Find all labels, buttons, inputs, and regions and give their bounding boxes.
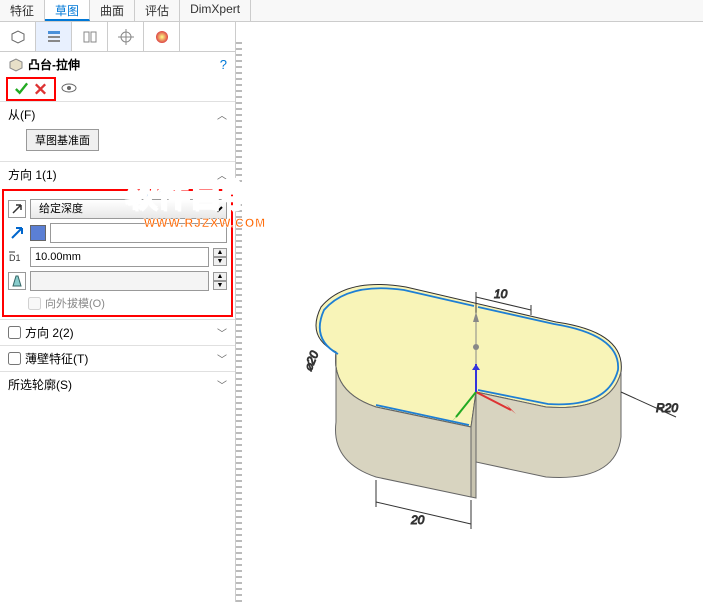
direction1-label: 方向 1(1) — [8, 166, 57, 183]
depth-spinner: ▲ ▼ — [213, 248, 227, 266]
spinner-up[interactable]: ▲ — [213, 272, 227, 281]
tab-dimxpert[interactable]: DimXpert — [180, 0, 251, 21]
viewport[interactable]: 10 20 R20 ⌀20 — [236, 22, 703, 602]
chevron-down-icon: ﹀ — [217, 351, 227, 366]
section-direction2: 方向 2(2) ﹀ — [0, 319, 235, 345]
panel-tabs — [0, 22, 235, 52]
tab-surface[interactable]: 曲面 — [90, 0, 135, 21]
panel-tab-config[interactable] — [72, 22, 108, 51]
section-thin: 薄壁特征(T) ﹀ — [0, 345, 235, 371]
direction-arrow-icon[interactable] — [8, 224, 26, 242]
draft-outward-label: 向外拔模(O) — [45, 295, 105, 311]
depth-icon: D1 — [8, 248, 26, 266]
direction-color-swatch[interactable] — [30, 225, 46, 241]
extrude-icon — [8, 57, 24, 73]
dim-20: 20 — [410, 513, 425, 527]
direction2-label: 方向 2(2) — [25, 324, 74, 341]
sketch-plane-dropdown[interactable]: 草图基准面 — [26, 129, 99, 151]
thin-label: 薄壁特征(T) — [25, 350, 88, 367]
direction-vector-input[interactable] — [50, 223, 227, 243]
section-direction1-header[interactable]: 方向 1(1) ︿ — [0, 162, 235, 187]
section-from-header[interactable]: 从(F) ︿ — [8, 106, 227, 123]
viewport-ruler — [236, 40, 242, 602]
section-from: 从(F) ︿ 草图基准面 — [0, 101, 235, 161]
spinner-up[interactable]: ▲ — [213, 248, 227, 257]
tab-evaluate[interactable]: 评估 — [135, 0, 180, 21]
spinner-down[interactable]: ▼ — [213, 257, 227, 266]
property-manager: 凸台-拉伸 ? 从(F) ︿ 草图基准面 方向 1(1) ︿ — [0, 22, 236, 602]
section-contours-header[interactable]: 所选轮廓(S) ﹀ — [8, 376, 227, 393]
panel-tab-appearance[interactable] — [144, 22, 180, 51]
cancel-icon[interactable] — [33, 81, 48, 97]
section-direction2-header[interactable]: 方向 2(2) ﹀ — [8, 324, 227, 341]
direction2-checkbox[interactable] — [8, 326, 21, 339]
draft-input[interactable] — [30, 271, 209, 291]
section-thin-header[interactable]: 薄壁特征(T) ﹀ — [8, 350, 227, 367]
feature-title-text: 凸台-拉伸 — [28, 56, 80, 73]
thin-checkbox[interactable] — [8, 352, 21, 365]
depth-input[interactable] — [30, 247, 209, 267]
draft-outward-checkbox — [28, 297, 41, 310]
model-3d[interactable]: 10 20 R20 ⌀20 — [276, 262, 696, 542]
chevron-down-icon: ﹀ — [217, 377, 227, 392]
tab-sketch[interactable]: 草图 — [45, 0, 90, 21]
spinner-down[interactable]: ▼ — [213, 281, 227, 290]
direction1-box: 给定深度 D1 ▲ ▼ — [2, 189, 233, 317]
help-icon[interactable]: ? — [220, 57, 227, 72]
chevron-down-icon: ﹀ — [217, 325, 227, 340]
chevron-up-icon: ︿ — [217, 167, 227, 182]
dim-10: 10 — [494, 287, 508, 301]
tab-feature[interactable]: 特征 — [0, 0, 45, 21]
end-condition-dropdown[interactable]: 给定深度 — [30, 199, 227, 219]
panel-tab-property[interactable] — [36, 22, 72, 51]
preview-icon[interactable] — [60, 79, 78, 97]
top-tabs: 特征 草图 曲面 评估 DimXpert — [0, 0, 703, 22]
confirm-cancel-row — [6, 77, 56, 101]
panel-tab-feature-tree[interactable] — [0, 22, 36, 51]
draft-spinner: ▲ ▼ — [213, 272, 227, 290]
dim-r20: R20 — [656, 401, 678, 415]
section-contours: 所选轮廓(S) ﹀ — [0, 371, 235, 397]
dim-dia: ⌀20 — [301, 349, 322, 374]
svg-text:D1: D1 — [9, 253, 21, 263]
reverse-direction-icon[interactable] — [8, 200, 26, 218]
ok-icon[interactable] — [14, 81, 29, 97]
section-from-label: 从(F) — [8, 106, 35, 123]
draft-icon[interactable] — [8, 272, 26, 290]
panel-tab-dimxpert[interactable] — [108, 22, 144, 51]
feature-header: 凸台-拉伸 ? — [0, 52, 235, 77]
chevron-up-icon: ︿ — [217, 107, 227, 122]
contours-label: 所选轮廓(S) — [8, 376, 72, 393]
